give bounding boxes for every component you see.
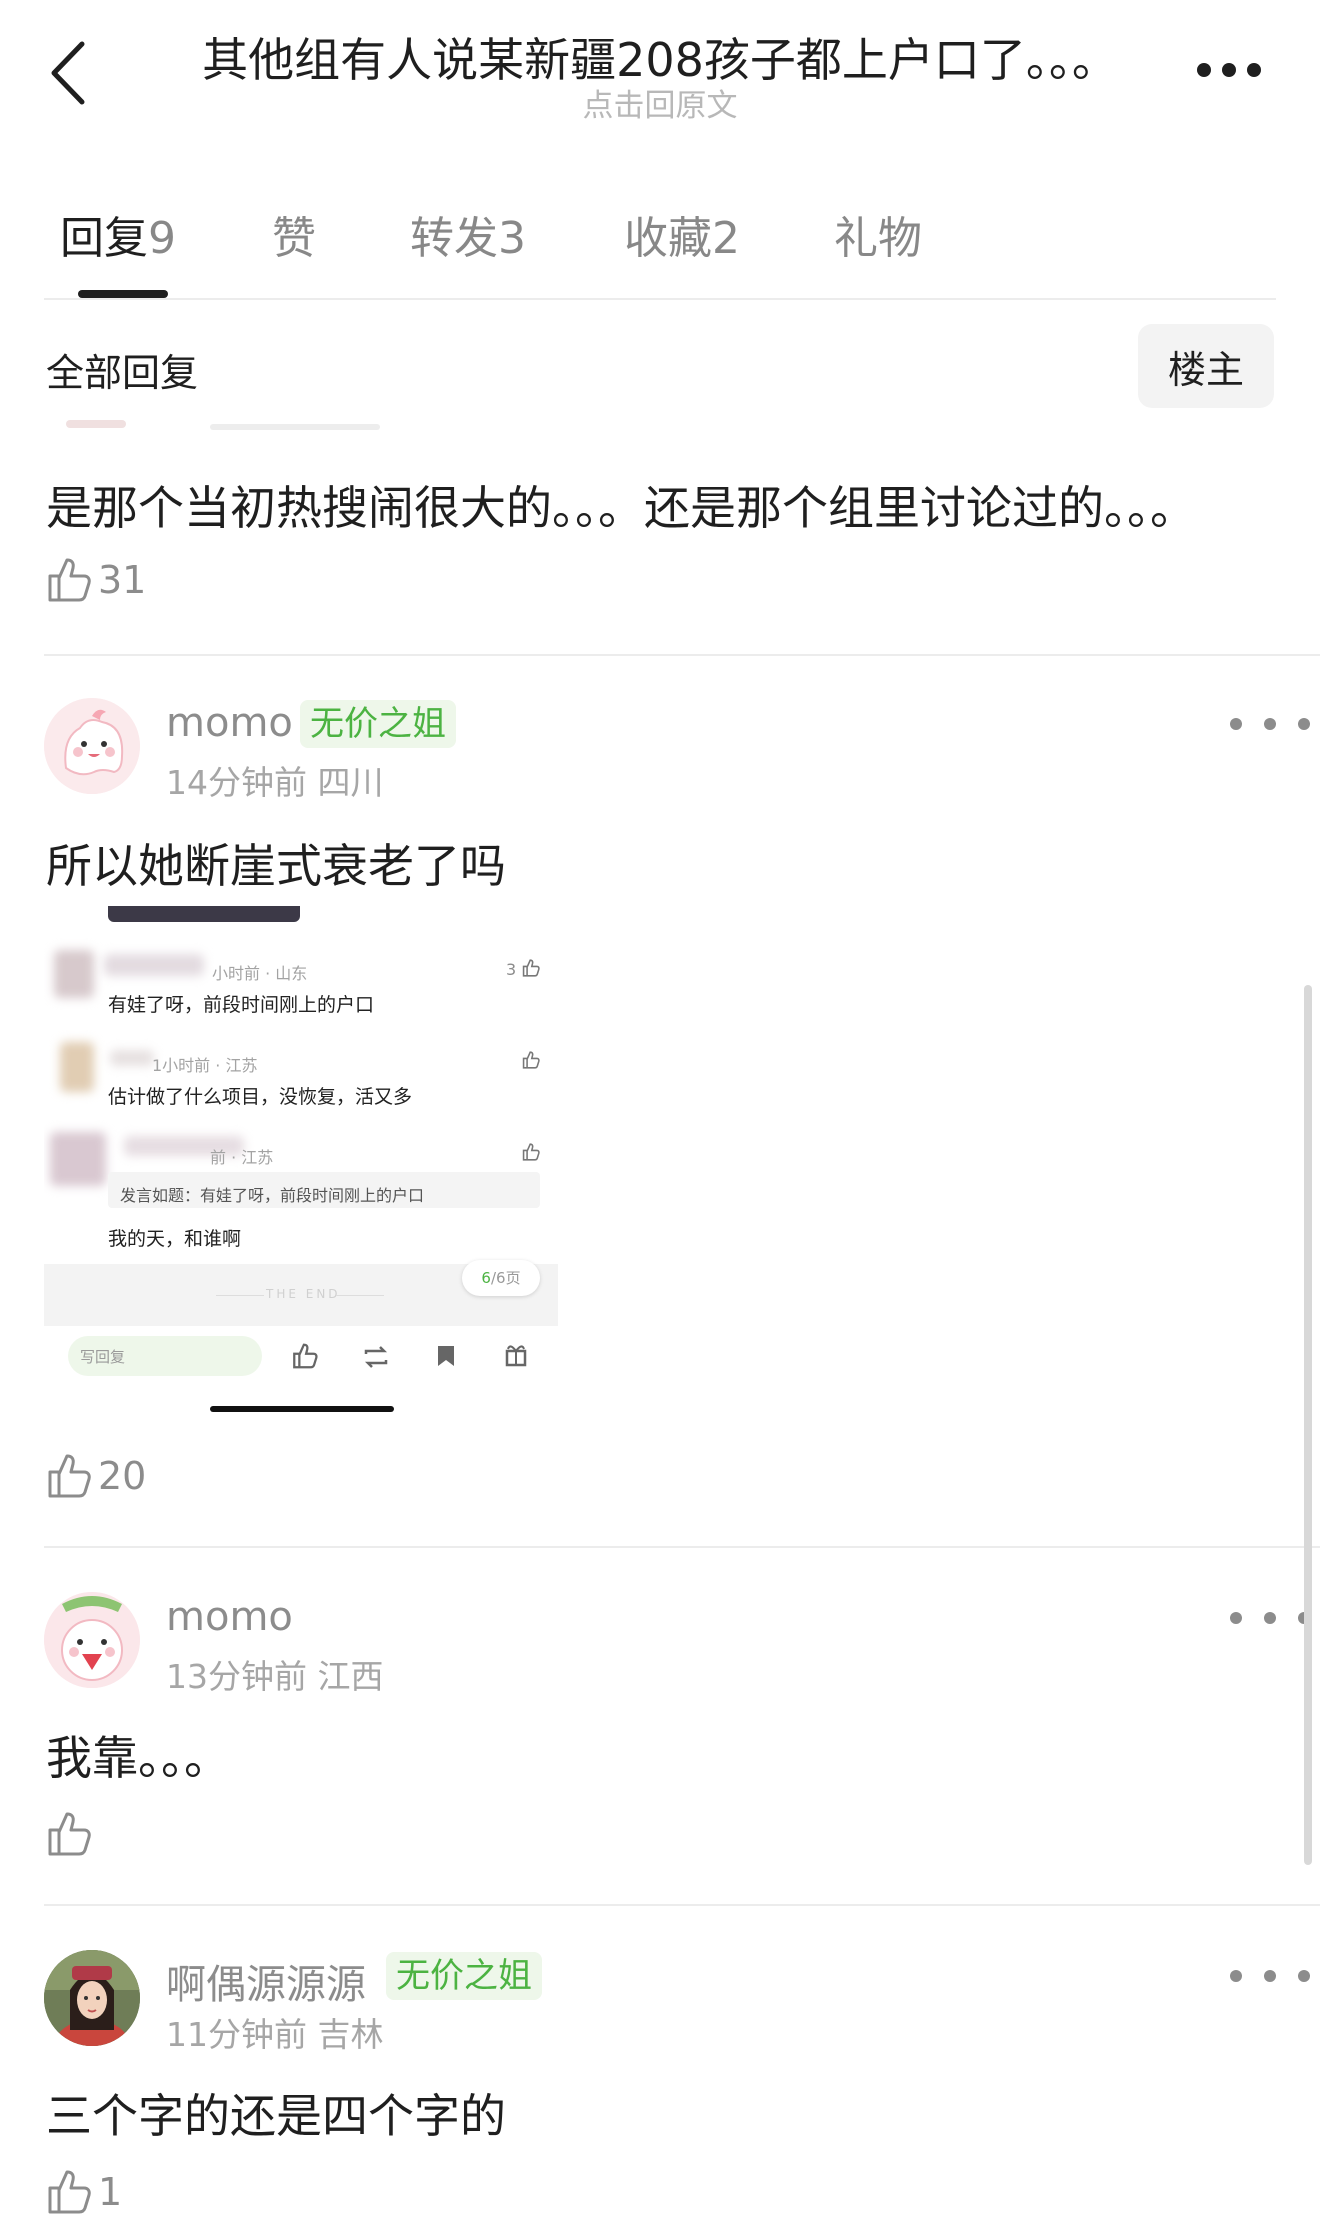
home-indicator	[210, 1406, 394, 1412]
tab-indicator	[78, 290, 168, 298]
comment-location: 四川	[317, 763, 384, 802]
comment-location: 吉林	[317, 2015, 384, 2054]
comment-more-icon[interactable]	[1228, 716, 1312, 732]
comment-divider	[44, 1904, 1320, 1906]
blurred-avatar	[54, 950, 94, 998]
comment-meta: 14分钟前 四川	[166, 756, 384, 804]
tab-count: 3	[498, 213, 526, 264]
comment-time: 14分钟前	[166, 763, 307, 802]
thumbs-up-icon	[522, 1143, 540, 1161]
shot-end-text: THE END	[266, 1287, 341, 1301]
tab-count: 9	[148, 213, 176, 264]
comment-location: 江西	[317, 1657, 384, 1696]
tab-likes[interactable]: 赞	[272, 202, 316, 266]
back-to-original-link[interactable]: 点击回原文	[200, 80, 1120, 125]
page-current: 6	[481, 1269, 491, 1287]
shot-quote: 发言如题：有娃了呀，前段时间刚上的户口	[120, 1186, 425, 1205]
back-icon[interactable]	[44, 38, 94, 108]
portrait-avatar-icon	[44, 1950, 140, 2046]
like-count: 20	[98, 1454, 147, 1498]
thumbs-up-icon	[48, 1812, 91, 1856]
comment-meta: 11分钟前 吉林	[166, 2008, 384, 2056]
comment-divider	[44, 654, 1320, 656]
shot-text: 我的天，和谁啊	[108, 1228, 242, 1250]
tab-label: 转发	[410, 213, 498, 264]
username[interactable]: momo	[166, 1594, 293, 1640]
gift-icon	[505, 1345, 527, 1367]
shot-text: 有娃了呀，前段时间刚上的户口	[108, 994, 375, 1016]
pink-watermelon-avatar-icon	[44, 1592, 140, 1688]
like-button[interactable]: 31	[46, 556, 146, 604]
username[interactable]: momo	[166, 700, 293, 746]
comment-text: 我靠。。。	[46, 1731, 230, 1785]
blurred-avatar	[60, 1042, 94, 1092]
comment-text: 三个字的还是四个字的	[46, 2089, 506, 2143]
clipped-image-top	[108, 906, 300, 922]
thumbs-up-icon	[293, 1343, 318, 1369]
thumbs-up-icon	[48, 1454, 91, 1498]
clipped-avatar	[66, 420, 126, 428]
comment-divider	[44, 1546, 1320, 1548]
comment-image[interactable]: 小时前 · 山东 3 有娃了呀，前段时间刚上的户口 1小时前 · 江苏 估计做了…	[44, 906, 558, 1418]
like-count: 31	[98, 558, 147, 602]
member-badge: 无价之姐	[386, 1952, 542, 2000]
avatar[interactable]	[44, 698, 140, 794]
like-button[interactable]	[46, 1810, 98, 1858]
member-badge: 无价之姐	[300, 700, 456, 748]
comment-text: 所以她断崖式衰老了吗	[46, 839, 506, 893]
tab-label: 礼物	[834, 213, 922, 264]
shot-meta: 小时前 · 山东	[212, 964, 308, 983]
shot-meta: 前 · 江苏	[210, 1148, 274, 1167]
clipped-meta	[210, 424, 380, 430]
blurred-avatar	[50, 1132, 106, 1186]
end-line	[216, 1295, 264, 1296]
shot-like-count: 3	[506, 960, 517, 979]
tab-replies[interactable]: 回复9	[60, 202, 176, 266]
repost-icon	[364, 1346, 388, 1368]
shot-text: 估计做了什么项目，没恢复，活又多	[108, 1086, 413, 1108]
shot-page-indicator: 6/6页	[462, 1260, 540, 1296]
tab-gifts[interactable]: 礼物	[834, 202, 922, 266]
thumbs-up-icon	[522, 959, 540, 977]
page-total: /6页	[490, 1269, 521, 1287]
tabs-divider	[44, 298, 1276, 300]
like-button[interactable]: 1	[46, 2168, 122, 2216]
scrollbar[interactable]	[1304, 985, 1312, 1865]
avatar[interactable]	[44, 1950, 140, 2046]
comment-meta: 13分钟前 江西	[166, 1650, 384, 1698]
tab-label: 赞	[272, 213, 316, 264]
comment-more-icon[interactable]	[1228, 1968, 1312, 1984]
comment-text: 是那个当初热搜闹很大的。。。还是那个组里讨论过的。。。	[46, 481, 1196, 535]
thumbs-up-icon	[48, 2170, 91, 2214]
comment-time: 13分钟前	[166, 1657, 307, 1696]
comment-time: 11分钟前	[166, 2015, 307, 2054]
tab-reposts[interactable]: 转发3	[410, 202, 526, 266]
all-replies-label[interactable]: 全部回复	[46, 342, 198, 397]
blurred-name	[104, 954, 204, 976]
like-count: 1	[98, 2170, 123, 2214]
bookmark-icon	[438, 1346, 454, 1366]
like-button[interactable]: 20	[46, 1452, 146, 1500]
end-line	[336, 1295, 384, 1296]
pink-blob-avatar-icon	[44, 698, 140, 794]
username[interactable]: 啊偶源源源	[166, 1952, 366, 2010]
tab-label: 回复	[60, 213, 148, 264]
shot-meta: 1小时前 · 江苏	[152, 1056, 258, 1075]
avatar[interactable]	[44, 1592, 140, 1688]
more-icon[interactable]	[1196, 62, 1262, 78]
tab-label: 收藏	[624, 213, 712, 264]
tab-favorites[interactable]: 收藏2	[624, 202, 740, 266]
blurred-name	[110, 1050, 154, 1066]
thumbs-up-icon	[522, 1051, 540, 1069]
thumbs-up-icon	[48, 558, 91, 602]
op-only-button[interactable]: 楼主	[1138, 324, 1274, 408]
shot-reply-placeholder: 写回复	[80, 1348, 126, 1366]
tab-count: 2	[712, 213, 740, 264]
comment-more-icon[interactable]	[1228, 1610, 1312, 1626]
